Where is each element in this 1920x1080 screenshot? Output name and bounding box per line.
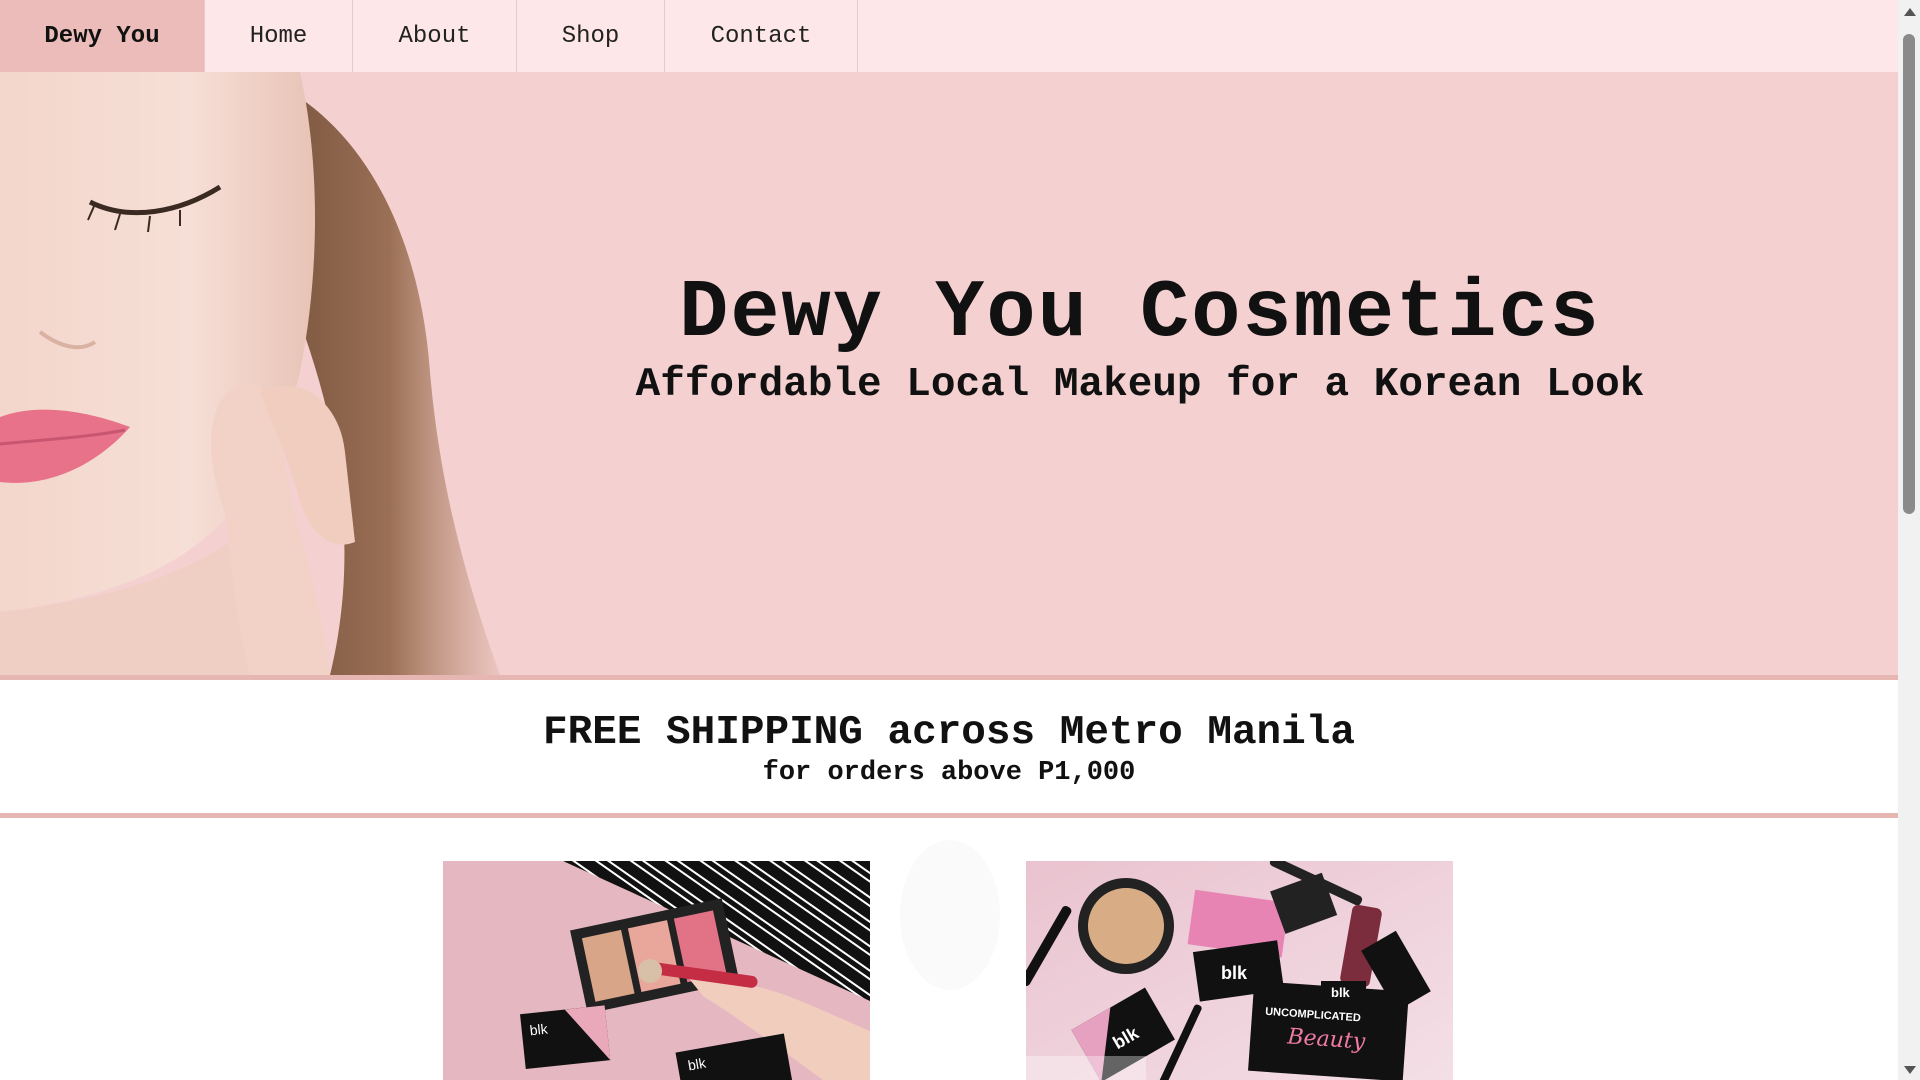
palette-brush-photo: blk blk [443,861,870,1080]
svg-text:blk: blk [529,1020,549,1038]
scroll-up-arrow-icon[interactable] [1904,8,1916,16]
hero-banner: Dewy You Cosmetics Affordable Local Make… [0,72,1898,675]
hero-model-image [0,72,520,675]
shipping-banner: FREE SHIPPING across Metro Manila for or… [0,680,1898,813]
nav-brand-link[interactable]: Dewy You [0,0,205,72]
nav-item-home[interactable]: Home [205,0,353,72]
vertical-scrollbar[interactable] [1898,0,1920,1080]
hero-title: Dewy You Cosmetics [679,267,1601,360]
shipping-title: FREE SHIPPING across Metro Manila [543,710,1355,756]
makeup-flatlay-photo: blk blk UNCOMPLICATED Beauty blk [1026,861,1453,1080]
nav-item-about[interactable]: About [353,0,517,72]
hero-subtitle: Affordable Local Makeup for a Korean Loo… [635,362,1645,408]
svg-text:blk: blk [1221,963,1248,983]
svg-text:blk: blk [1331,985,1351,1000]
product-image-palette[interactable]: blk blk [443,861,870,1080]
nav-item-contact[interactable]: Contact [665,0,858,72]
top-nav: Dewy You Home About Shop Contact [0,0,1898,72]
product-image-flatlay[interactable]: blk blk UNCOMPLICATED Beauty blk [1026,861,1453,1080]
shipping-subtitle: for orders above P1,000 [762,758,1136,788]
product-gallery: blk blk blk blk UNCOMPLICATED Beauty blk [0,818,1898,1080]
decorative-circle [900,840,1000,990]
nav-item-shop[interactable]: Shop [517,0,665,72]
scrollbar-thumb[interactable] [1903,34,1915,514]
scroll-down-arrow-icon[interactable] [1904,1066,1916,1074]
